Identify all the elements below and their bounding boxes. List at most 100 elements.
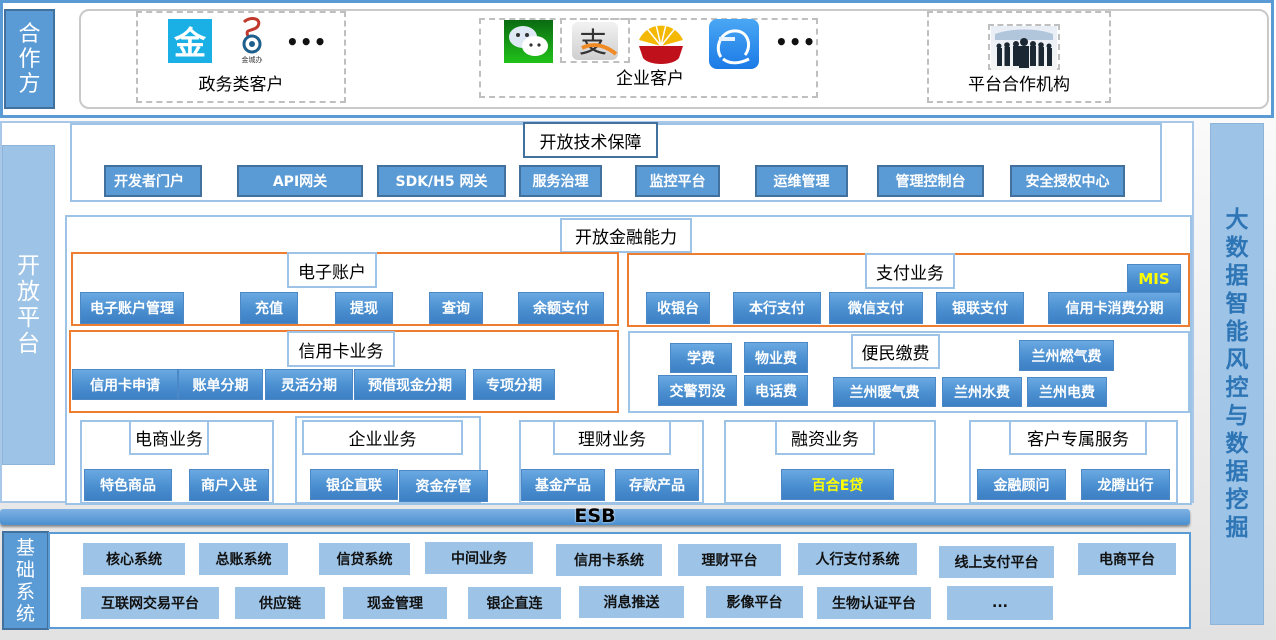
tech-item-sdk-h5-gateway[interactable]: SDK/H5 网关 — [377, 165, 506, 197]
base-item-cash-management[interactable]: 现金管理 — [343, 587, 447, 619]
e-account-title: 电子账户 — [287, 252, 377, 288]
more-government-clients[interactable]: ••• — [286, 30, 327, 54]
more-enterprise-clients[interactable]: ••• — [775, 30, 816, 54]
credit-card-item-special-installment[interactable]: 专项分期 — [473, 369, 555, 400]
alipay-icon: 支 — [572, 22, 618, 60]
base-item-credit-system[interactable]: 信贷系统 — [319, 543, 410, 575]
utility-item-traffic-fine[interactable]: 交警罚没 — [658, 375, 737, 406]
svg-text:支: 支 — [579, 26, 607, 59]
base-item-wealth-platform[interactable]: 理财平台 — [678, 544, 781, 576]
e-account-item-balance-pay[interactable]: 余额支付 — [518, 292, 604, 324]
ecommerce-item-featured-goods[interactable]: 特色商品 — [84, 469, 172, 501]
base-item-core-system[interactable]: 核心系统 — [83, 543, 185, 575]
tech-item-ops-management[interactable]: 运维管理 — [755, 165, 848, 197]
tech-item-developer-portal[interactable]: 开发者门户 — [104, 165, 202, 197]
cnpc-icon — [635, 16, 687, 68]
base-item-intermediate-business[interactable]: 中间业务 — [425, 542, 533, 574]
tech-item-api-gateway[interactable]: API网关 — [237, 165, 363, 197]
tech-item-management-console[interactable]: 管理控制台 — [877, 165, 984, 197]
credit-card-item-cash-advance-installment[interactable]: 预借现金分期 — [354, 369, 466, 400]
enterprise-clients-label: 企业客户 — [616, 69, 684, 89]
base-item-online-payment-platform[interactable]: 线上支付平台 — [939, 546, 1054, 578]
base-item-more[interactable]: ... — [947, 586, 1053, 620]
payment-item-cashier[interactable]: 收银台 — [646, 292, 710, 324]
credit-card-item-flexible-installment[interactable]: 灵活分期 — [265, 369, 353, 400]
tech-item-security-auth-center[interactable]: 安全授权中心 — [1010, 165, 1125, 197]
bigdata-label-char: 数 — [1225, 235, 1249, 261]
credit-card-item-bill-installment[interactable]: 账单分期 — [178, 369, 263, 400]
wealth-item-deposit-products[interactable]: 存款产品 — [615, 469, 699, 501]
payment-item-unionpay[interactable]: 银联支付 — [936, 292, 1024, 324]
tech-item-service-governance[interactable]: 服务治理 — [519, 165, 602, 197]
base-item-biometric-auth-platform[interactable]: 生物认证平台 — [817, 587, 931, 619]
utility-item-property-fee[interactable]: 物业费 — [744, 342, 808, 373]
base-item-ecommerce-platform[interactable]: 电商平台 — [1078, 543, 1176, 575]
enterprise-item-fund-custody[interactable]: 资金存管 — [399, 470, 488, 502]
utility-item-phone-bill[interactable]: 电话费 — [744, 375, 808, 406]
e-account-item-management[interactable]: 电子账户管理 — [80, 292, 184, 324]
partners-side-label: 合 作 方 — [4, 9, 55, 109]
open-platform-side-label: 开 放 平 台 — [2, 145, 55, 465]
base-item-imaging-platform[interactable]: 影像平台 — [706, 586, 803, 618]
bigdata-label-char: 智 — [1225, 291, 1249, 317]
finance-capability-title: 开放金融能力 — [560, 218, 692, 253]
base-item-message-push[interactable]: 消息推送 — [579, 586, 684, 618]
customer-item-financial-advisor[interactable]: 金融顾问 — [977, 469, 1066, 500]
payment-title: 支付业务 — [865, 253, 955, 289]
financing-title: 融资业务 — [775, 420, 875, 455]
utility-payment-title: 便民缴费 — [851, 334, 940, 369]
utility-item-lanzhou-electricity[interactable]: 兰州电费 — [1027, 377, 1107, 407]
side-label-char: 开 — [17, 253, 40, 279]
bigdata-label-char: 据 — [1225, 263, 1249, 289]
customer-item-longteng-travel[interactable]: 龙腾出行 — [1081, 469, 1170, 500]
base-item-credit-card-system[interactable]: 信用卡系统 — [556, 544, 662, 576]
wealth-item-fund-products[interactable]: 基金产品 — [521, 469, 605, 501]
credit-card-item-apply[interactable]: 信用卡申请 — [72, 369, 178, 400]
side-label-char: 台 — [17, 331, 40, 357]
e-account-item-query[interactable]: 查询 — [429, 292, 483, 324]
base-item-pboc-payment-system[interactable]: 人行支付系统 — [798, 543, 917, 575]
tech-item-monitoring-platform[interactable]: 监控平台 — [635, 165, 720, 197]
financing-item-baihe-e-loan[interactable]: 百合E贷 — [781, 469, 894, 500]
side-label-char: 合 — [18, 21, 41, 47]
side-label-char: 放 — [17, 279, 40, 305]
payment-item-wechat-pay[interactable]: 微信支付 — [829, 292, 923, 324]
svg-text:金城办: 金城办 — [242, 55, 263, 64]
jinchengban-icon: 金城办 — [232, 16, 272, 64]
e-account-item-topup[interactable]: 充值 — [240, 292, 298, 324]
enterprise-business-title: 企业业务 — [302, 420, 463, 455]
bigdata-label-char: 掘 — [1225, 515, 1249, 541]
jinqiao-software-icon — [709, 19, 759, 69]
business-people-icon — [991, 26, 1057, 70]
payment-item-credit-installment[interactable]: 信用卡消费分期 — [1048, 292, 1181, 324]
utility-item-lanzhou-gas[interactable]: 兰州燃气费 — [1019, 340, 1114, 371]
base-item-supply-chain[interactable]: 供应链 — [235, 587, 325, 619]
bigdata-label-char: 风 — [1225, 347, 1249, 373]
bigdata-label-char: 大 — [1225, 207, 1249, 233]
utility-item-lanzhou-heating[interactable]: 兰州暖气费 — [833, 377, 936, 407]
base-item-general-ledger[interactable]: 总账系统 — [199, 543, 288, 575]
payment-mis-badge[interactable]: MIS — [1127, 264, 1181, 294]
wealth-title: 理财业务 — [553, 420, 671, 455]
utility-item-tuition[interactable]: 学费 — [670, 343, 732, 373]
bigdata-label-char: 据 — [1225, 459, 1249, 485]
base-item-internet-trading-platform[interactable]: 互联网交易平台 — [81, 587, 219, 619]
side-label-char: 系 — [15, 580, 35, 603]
ecommerce-item-merchant-onboarding[interactable]: 商户入驻 — [189, 469, 269, 501]
enterprise-item-bank-enterprise-link[interactable]: 银企直联 — [310, 469, 398, 500]
side-label-char: 基 — [15, 536, 35, 559]
ecommerce-title: 电商业务 — [129, 420, 209, 455]
tech-guarantee-title: 开放技术保障 — [523, 122, 658, 158]
utility-item-lanzhou-water[interactable]: 兰州水费 — [942, 377, 1022, 407]
side-label-char: 础 — [15, 558, 35, 581]
platform-partners-label: 平台合作机构 — [968, 75, 1070, 95]
credit-card-title: 信用卡业务 — [287, 331, 395, 367]
payment-item-own-bank-pay[interactable]: 本行支付 — [733, 292, 821, 324]
e-account-item-withdraw[interactable]: 提现 — [335, 292, 393, 324]
base-item-bank-enterprise-direct[interactable]: 银企直连 — [468, 587, 561, 619]
side-label-char: 方 — [18, 71, 41, 97]
bigdata-risk-control-column: 大 数 据 智 能 风 控 与 数 据 挖 掘 — [1210, 123, 1264, 625]
bigdata-label-char: 能 — [1225, 319, 1249, 345]
bigdata-label-char: 与 — [1225, 403, 1249, 429]
esb-label: ESB — [574, 505, 616, 527]
